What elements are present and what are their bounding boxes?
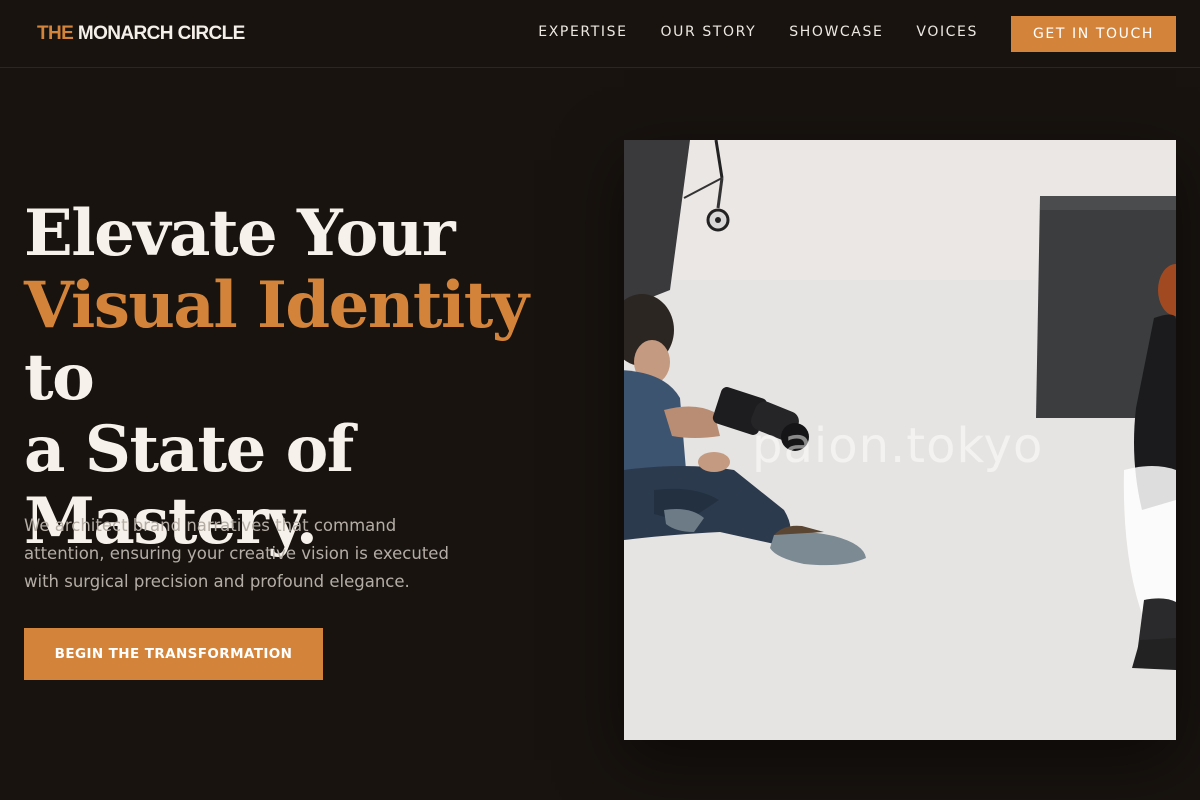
begin-transformation-button[interactable]: BEGIN THE TRANSFORMATION bbox=[24, 628, 323, 680]
brand-logo[interactable]: THE MONARCH CIRCLE bbox=[37, 23, 245, 45]
hero-title-line-2-tail: to bbox=[24, 340, 95, 415]
top-navigation-bar: THE MONARCH CIRCLE EXPERTISE OUR STORY S… bbox=[0, 0, 1200, 68]
nav-link-voices[interactable]: VOICES bbox=[916, 24, 978, 40]
hero-title-line-1: Elevate Your bbox=[24, 196, 456, 271]
hero-title-line-3: a State of bbox=[24, 412, 354, 487]
hero-title-accent: Visual Identity bbox=[24, 268, 529, 343]
get-in-touch-button[interactable]: GET IN TOUCH bbox=[1011, 16, 1176, 52]
nav-link-our-story[interactable]: OUR STORY bbox=[661, 24, 757, 40]
image-watermark: paion.tokyo bbox=[752, 418, 1044, 474]
hero-photo: paion.tokyo bbox=[624, 140, 1176, 740]
nav-link-expertise[interactable]: EXPERTISE bbox=[538, 24, 627, 40]
main-nav: EXPERTISE OUR STORY SHOWCASE VOICES GET … bbox=[538, 16, 1176, 52]
logo-prefix: THE bbox=[37, 23, 74, 44]
logo-suffix: MONARCH CIRCLE bbox=[77, 23, 245, 44]
hero-subtitle: We architect brand narratives that comma… bbox=[24, 516, 449, 591]
nav-link-showcase[interactable]: SHOWCASE bbox=[789, 24, 883, 40]
hero-title: Elevate Your Visual Identity to a State … bbox=[24, 198, 604, 558]
